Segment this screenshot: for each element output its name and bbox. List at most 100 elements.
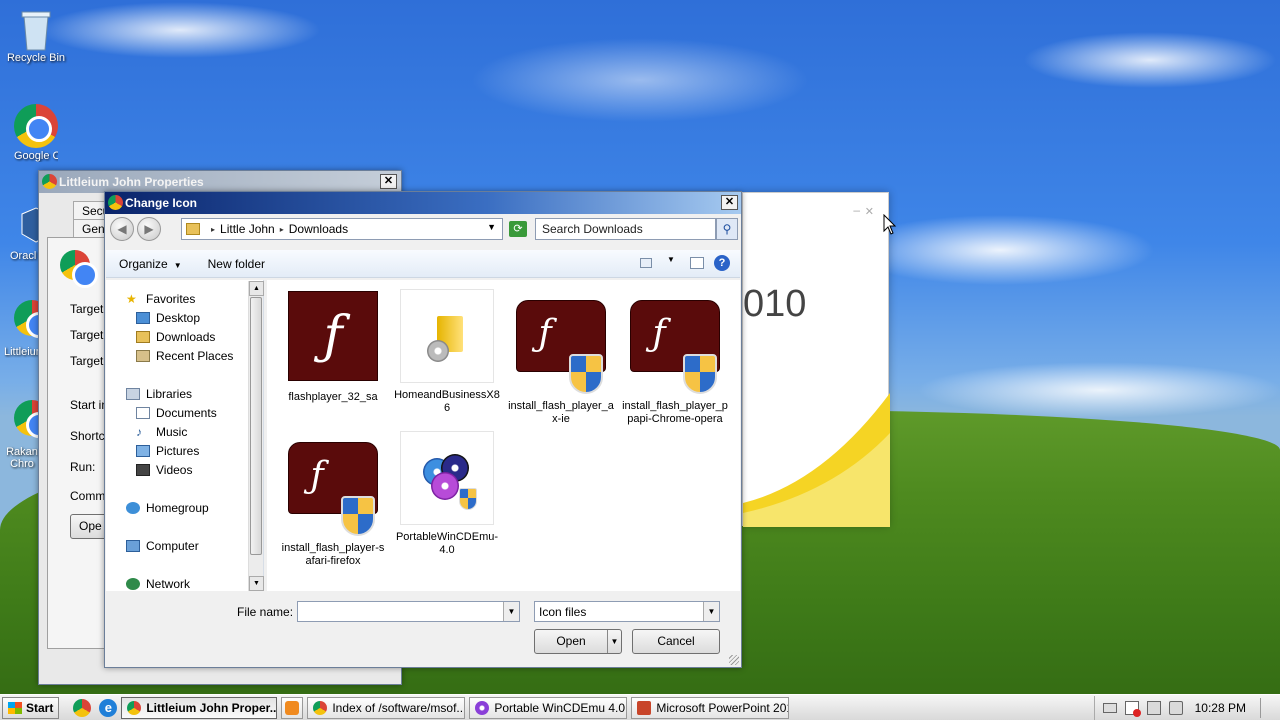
address-bar[interactable]: ▸ Little John ▸ Downloads ▼ (181, 218, 503, 240)
music-icon: ♪ (136, 425, 142, 439)
keyboard-icon[interactable] (1102, 703, 1117, 713)
nav-item-videos[interactable]: Videos (136, 461, 192, 479)
nav-item-favorites[interactable]: ★ Favorites (126, 290, 195, 308)
shortcut-chrome-icon (60, 250, 98, 288)
chevron-down-icon[interactable]: ▼ (662, 255, 680, 271)
desktop-icon-chrome[interactable]: Google Chro (0, 104, 72, 162)
chevron-down-icon[interactable]: ▼ (607, 630, 621, 653)
file-item[interactable]: ƒ install_flash_player_ax-ie (507, 288, 615, 426)
powerpoint-icon (637, 700, 652, 715)
action-center-icon[interactable] (1124, 701, 1141, 717)
file-name: install_flash_player_ppapi-Chrome-opera (622, 400, 728, 425)
window-title: Littleium John Properties (59, 175, 204, 189)
task-properties[interactable]: Littleium John Proper... (121, 696, 278, 719)
recycle-bin-icon (14, 6, 58, 51)
file-name-input[interactable]: ▼ (297, 601, 520, 622)
chevron-right-icon[interactable]: ▸ (280, 225, 284, 234)
refresh-icon[interactable]: ⟳ (509, 221, 527, 237)
change-icon-dialog[interactable]: Change Icon ✕ ◀ ▶ ▸ Little John ▸ Downlo… (104, 191, 742, 668)
internet-explorer-icon[interactable]: e (99, 698, 118, 717)
forward-button[interactable]: ▶ (137, 217, 161, 241)
command-bar: Organize ▼ New folder ▼ ? (106, 250, 740, 278)
scroll-down-arrow-icon[interactable]: ▼ (249, 576, 264, 591)
desktop-icon-label: Littleium (4, 346, 40, 358)
taskbar: Start e Littleium John Proper... Index o… (0, 694, 1280, 720)
chevron-down-icon[interactable]: ▼ (503, 602, 519, 621)
libraries-icon (126, 388, 140, 400)
star-icon: ★ (126, 292, 137, 306)
media-player-icon (285, 700, 300, 715)
view-options-icon[interactable] (640, 258, 652, 268)
file-name: PortableWinCDEmu-4.0 (395, 531, 499, 556)
chrome-icon[interactable] (73, 698, 92, 717)
nav-item-computer[interactable]: Computer (126, 537, 199, 555)
nav-item-music[interactable]: ♪ Music (136, 423, 187, 441)
resize-grip-icon[interactable] (729, 655, 739, 665)
nav-item-pictures[interactable]: Pictures (136, 442, 199, 460)
close-button[interactable]: ✕ (380, 174, 397, 189)
close-button[interactable]: ✕ (721, 195, 738, 210)
desktop-icon-recycle-bin[interactable]: Recycle Bin (0, 6, 72, 64)
system-tray: 10:28 PM (1093, 696, 1280, 720)
file-item[interactable]: PortableWinCDEmu-4.0 (393, 430, 501, 557)
nav-item-documents[interactable]: Documents (136, 404, 217, 422)
breadcrumb-item[interactable]: Downloads (289, 222, 348, 236)
documents-icon (136, 407, 150, 419)
nav-item-downloads[interactable]: Downloads (136, 328, 215, 346)
task-media[interactable] (281, 696, 304, 719)
organize-button[interactable]: Organize ▼ (106, 257, 195, 271)
desktop-icon (136, 312, 150, 324)
cancel-button[interactable]: Cancel (632, 629, 720, 654)
network-icon (126, 578, 140, 590)
wincdemu-icon (475, 700, 490, 715)
flash-shield-icon: ƒ (627, 300, 723, 396)
task-wincdemu[interactable]: Portable WinCDEmu 4.0 (469, 696, 628, 719)
nav-item-network[interactable]: Network (126, 575, 190, 593)
properties-titlebar[interactable]: Littleium John Properties ✕ (39, 171, 401, 193)
task-powerpoint[interactable]: Microsoft PowerPoint 2010 (631, 696, 790, 719)
chevron-down-icon[interactable]: ▼ (487, 222, 496, 232)
file-name-label: File name: (237, 605, 294, 619)
dialog-titlebar[interactable]: Change Icon ✕ (105, 192, 741, 214)
nav-item-desktop[interactable]: Desktop (136, 309, 200, 327)
search-icon[interactable]: ⚲ (716, 218, 738, 240)
show-desktop-button[interactable] (1260, 698, 1270, 718)
file-list: ƒ flashplayer_32_sa HomeandBusinessX86 ƒ… (267, 280, 740, 591)
scroll-up-arrow-icon[interactable]: ▲ (249, 281, 264, 296)
videos-icon (136, 464, 150, 476)
file-type-select[interactable]: Icon files ▼ (534, 601, 720, 622)
open-button[interactable]: Open ▼ (534, 629, 622, 654)
nav-item-libraries[interactable]: Libraries (126, 385, 192, 403)
minimize-icon[interactable]: – (853, 203, 860, 217)
office-setup-icon (399, 289, 495, 385)
label-target: Target: (70, 354, 107, 368)
homegroup-icon (126, 502, 140, 514)
powerpoint-splash-window[interactable]: – ✕ 010 (742, 192, 890, 527)
scrollbar-thumb[interactable] (250, 297, 262, 555)
breadcrumb-item[interactable]: Little John (220, 222, 275, 236)
volume-icon[interactable] (1168, 701, 1183, 715)
chrome-icon (313, 700, 328, 715)
task-chrome-index[interactable]: Index of /software/msof... (307, 696, 466, 719)
splash-swoosh (743, 393, 890, 527)
help-icon[interactable]: ? (714, 255, 730, 271)
desktop-icon-label: Recycle Bin (6, 52, 66, 64)
file-item[interactable]: ƒ install_flash_player-safari-firefox (279, 430, 387, 568)
file-item[interactable]: ƒ flashplayer_32_sa (279, 288, 387, 404)
chrome-icon (42, 174, 57, 189)
file-item[interactable]: HomeandBusinessX86 (393, 288, 501, 415)
file-item[interactable]: ƒ install_flash_player_ppapi-Chrome-oper… (621, 288, 729, 426)
nav-item-homegroup[interactable]: Homegroup (126, 499, 209, 517)
start-button[interactable]: Start (2, 696, 60, 719)
preview-pane-icon[interactable] (690, 257, 704, 269)
close-icon[interactable]: ✕ (865, 205, 874, 218)
new-folder-button[interactable]: New folder (195, 257, 278, 271)
back-button[interactable]: ◀ (110, 217, 134, 241)
clock[interactable]: 10:28 PM (1195, 701, 1246, 715)
chevron-down-icon[interactable]: ▼ (703, 602, 719, 621)
nav-item-recent-places[interactable]: Recent Places (136, 347, 233, 365)
network-icon[interactable] (1146, 701, 1161, 715)
desktop-icon-label: Oracl Virtua (10, 250, 40, 262)
search-input[interactable]: Search Downloads (535, 218, 716, 240)
nav-scrollbar[interactable]: ▲ ▼ (248, 281, 264, 591)
